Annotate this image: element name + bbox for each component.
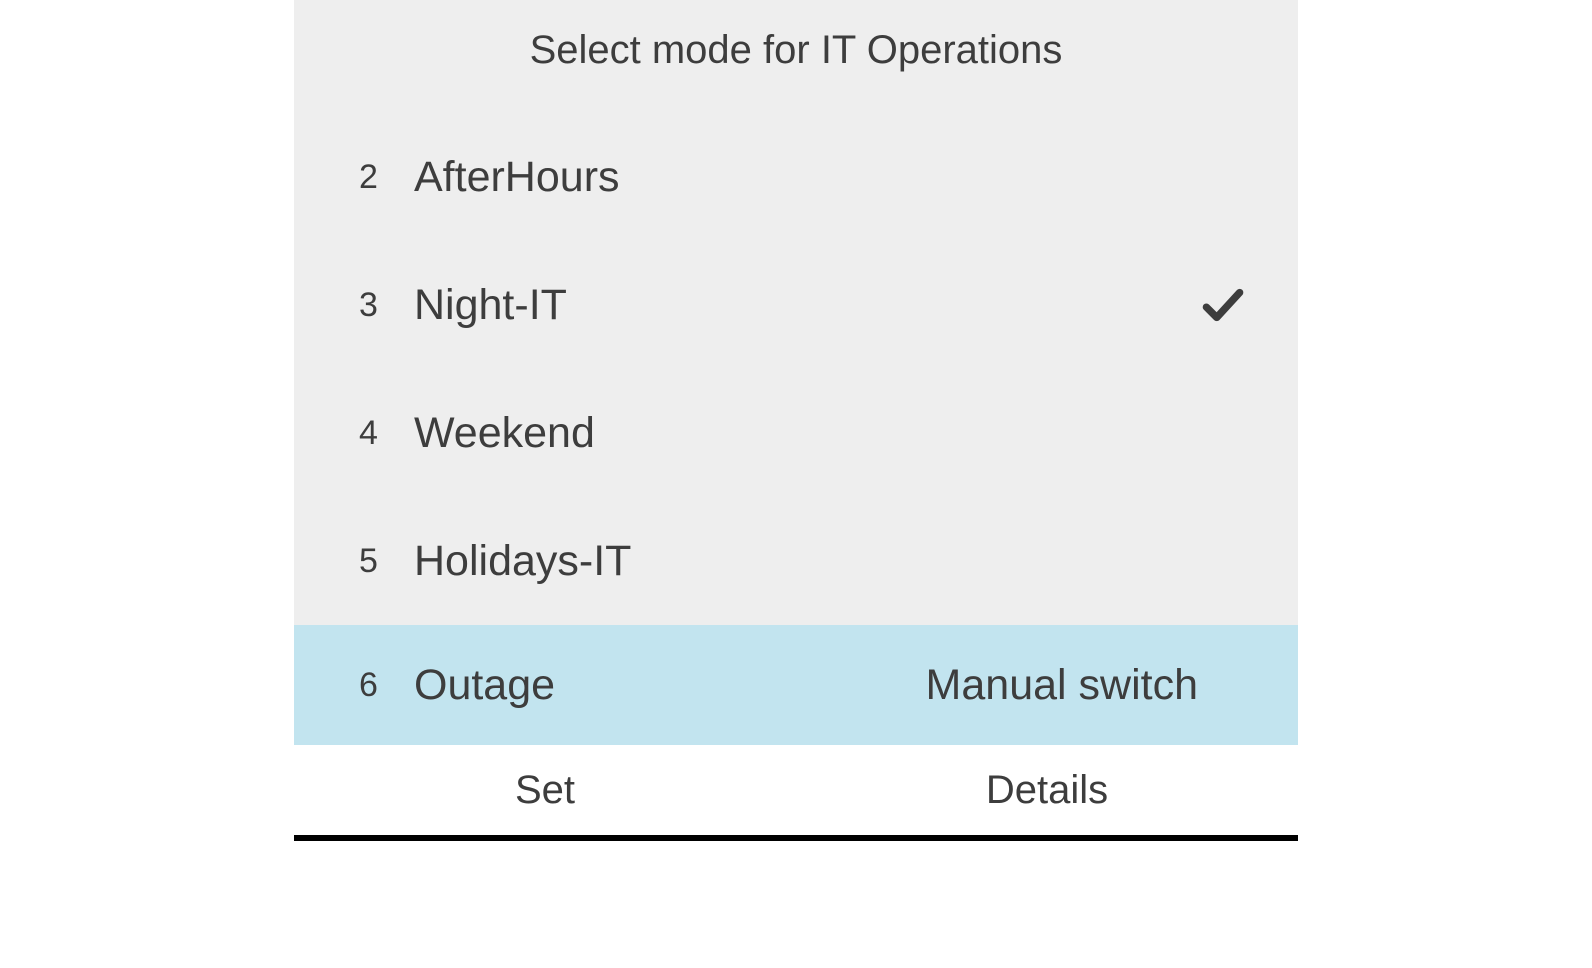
mode-extra-text: Manual switch bbox=[926, 661, 1258, 710]
mode-row-afterhours[interactable]: 2 AfterHours bbox=[294, 113, 1298, 241]
mode-number: 4 bbox=[359, 414, 414, 453]
bottom-border bbox=[294, 835, 1298, 841]
mode-number: 2 bbox=[359, 158, 414, 197]
mode-select-dialog: Select mode for IT Operations 2 AfterHou… bbox=[294, 0, 1298, 841]
mode-label: Weekend bbox=[414, 409, 1258, 458]
mode-number: 6 bbox=[359, 666, 414, 705]
mode-list: 2 AfterHours 3 Night-IT 4 Weekend 5 Holi… bbox=[294, 113, 1298, 745]
mode-row-night-it[interactable]: 3 Night-IT bbox=[294, 241, 1298, 369]
mode-row-outage[interactable]: 6 Outage Manual switch bbox=[294, 625, 1298, 745]
mode-number: 3 bbox=[359, 286, 414, 325]
set-button[interactable]: Set bbox=[294, 750, 796, 831]
dialog-title: Select mode for IT Operations bbox=[294, 0, 1298, 113]
action-bar: Set Details bbox=[294, 745, 1298, 835]
check-icon bbox=[1198, 280, 1248, 330]
mode-row-holidays-it[interactable]: 5 Holidays-IT bbox=[294, 497, 1298, 625]
mode-row-weekend[interactable]: 4 Weekend bbox=[294, 369, 1298, 497]
mode-label: Holidays-IT bbox=[414, 537, 1258, 586]
mode-label: AfterHours bbox=[414, 153, 1258, 202]
details-button[interactable]: Details bbox=[796, 750, 1298, 831]
mode-label: Outage bbox=[414, 661, 926, 710]
mode-number: 5 bbox=[359, 542, 414, 581]
mode-label: Night-IT bbox=[414, 281, 1198, 330]
